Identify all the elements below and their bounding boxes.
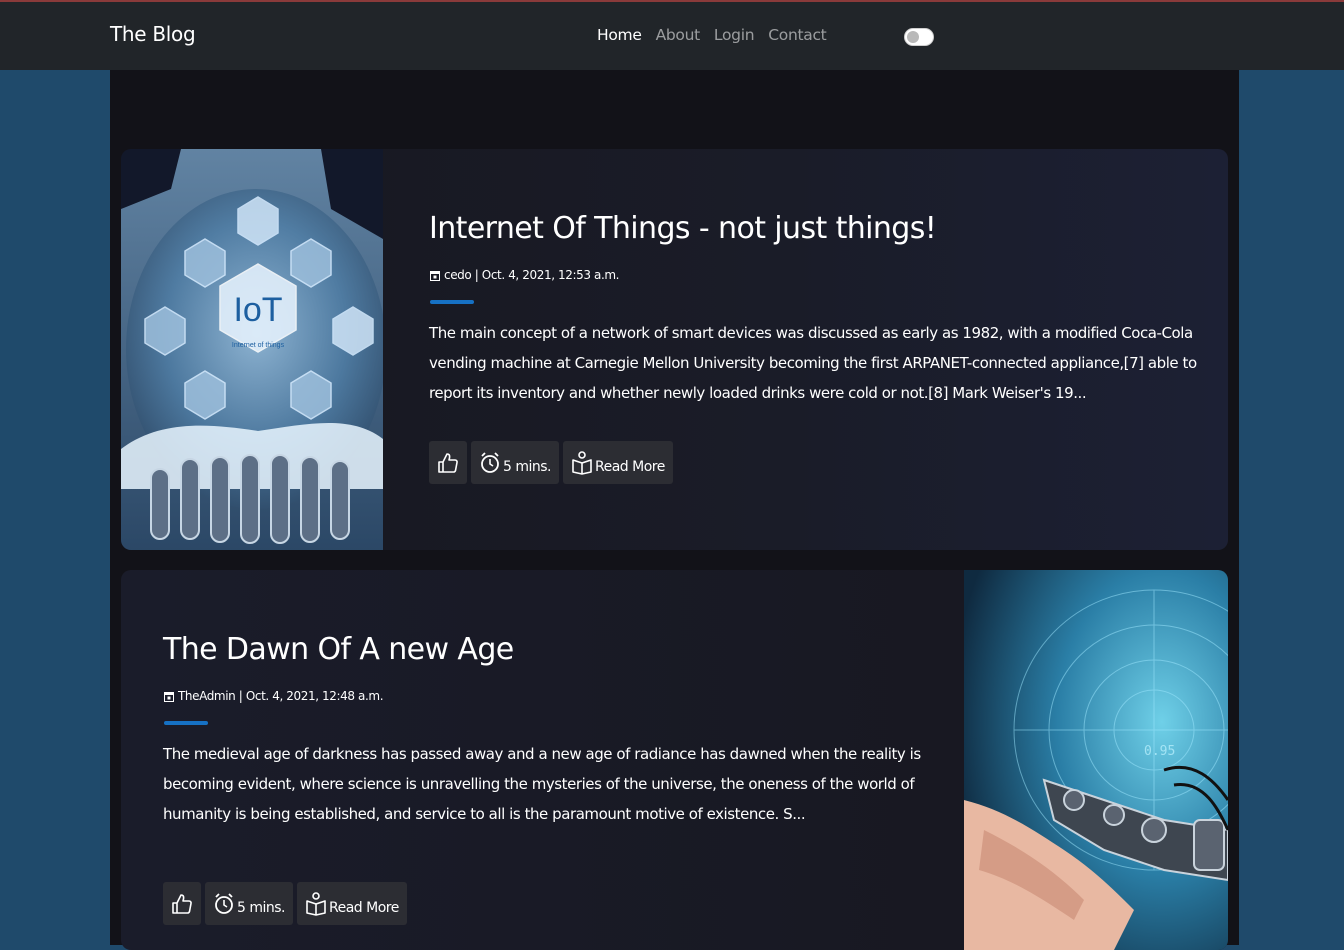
thumbs-up-icon xyxy=(438,452,458,473)
read-more-label: Read More xyxy=(329,899,399,916)
read-more-label: Read More xyxy=(595,458,665,475)
post-meta: TheAdmin | Oct. 4, 2021, 12:48 a.m. xyxy=(164,689,384,703)
calendar-icon xyxy=(164,691,174,702)
post-actions: 5 mins. Read More xyxy=(429,441,673,484)
post-title[interactable]: Internet Of Things - not just things! xyxy=(429,211,937,246)
nav-links: Home About Login Contact xyxy=(597,26,827,44)
nav-link-home[interactable]: Home xyxy=(597,26,642,44)
like-button[interactable] xyxy=(163,882,201,925)
read-more-button[interactable]: Read More xyxy=(297,882,407,925)
title-divider xyxy=(430,300,474,304)
title-divider xyxy=(164,721,208,725)
post-meta: cedo | Oct. 4, 2021, 12:53 a.m. xyxy=(430,268,619,282)
read-more-button[interactable]: Read More xyxy=(563,441,673,484)
book-reader-icon xyxy=(572,450,592,475)
post-title[interactable]: The Dawn Of A new Age xyxy=(163,632,514,667)
theme-toggle[interactable] xyxy=(904,28,934,46)
svg-text:Internet of things: Internet of things xyxy=(232,342,285,349)
brand-logo[interactable]: The Blog xyxy=(110,22,196,46)
read-time-label: 5 mins. xyxy=(237,899,286,916)
book-reader-icon xyxy=(306,891,326,916)
post-image-iot: IoT Internet of things xyxy=(121,149,383,550)
post-meta-text: TheAdmin | Oct. 4, 2021, 12:48 a.m. xyxy=(178,689,384,703)
alarm-clock-icon xyxy=(215,892,233,914)
toggle-knob xyxy=(907,31,919,43)
nav-link-login[interactable]: Login xyxy=(714,26,755,44)
calendar-icon xyxy=(430,270,440,281)
main-content: IoT Internet of things Internet Of Thing… xyxy=(110,70,1239,950)
post-card: The Dawn Of A new Age TheAdmin | Oct. 4,… xyxy=(121,570,1228,950)
post-card: IoT Internet of things Internet Of Thing… xyxy=(121,149,1228,550)
post-excerpt: The main concept of a network of smart d… xyxy=(429,324,1197,402)
post-excerpt: The medieval age of darkness has passed … xyxy=(163,745,921,823)
thumbs-up-icon xyxy=(172,893,192,914)
svg-text:IoT: IoT xyxy=(233,291,282,329)
alarm-clock-icon xyxy=(481,451,499,473)
like-button[interactable] xyxy=(429,441,467,484)
read-time-button[interactable]: 5 mins. xyxy=(205,882,294,925)
robot-human-handshake-image: 0.95 xyxy=(964,570,1228,950)
read-time-button[interactable]: 5 mins. xyxy=(471,441,560,484)
post-actions: 5 mins. Read More xyxy=(163,882,407,925)
nav-link-about[interactable]: About xyxy=(656,26,701,44)
nav-link-contact[interactable]: Contact xyxy=(768,26,827,44)
post-meta-text: cedo | Oct. 4, 2021, 12:53 a.m. xyxy=(444,268,620,282)
post-image-handshake: 0.95 xyxy=(964,570,1228,950)
read-time-label: 5 mins. xyxy=(503,458,552,475)
iot-hexagon-hands-image: IoT Internet of things xyxy=(121,149,383,550)
svg-text:0.95: 0.95 xyxy=(1144,744,1175,759)
navbar: The Blog Home About Login Contact xyxy=(0,2,1344,70)
